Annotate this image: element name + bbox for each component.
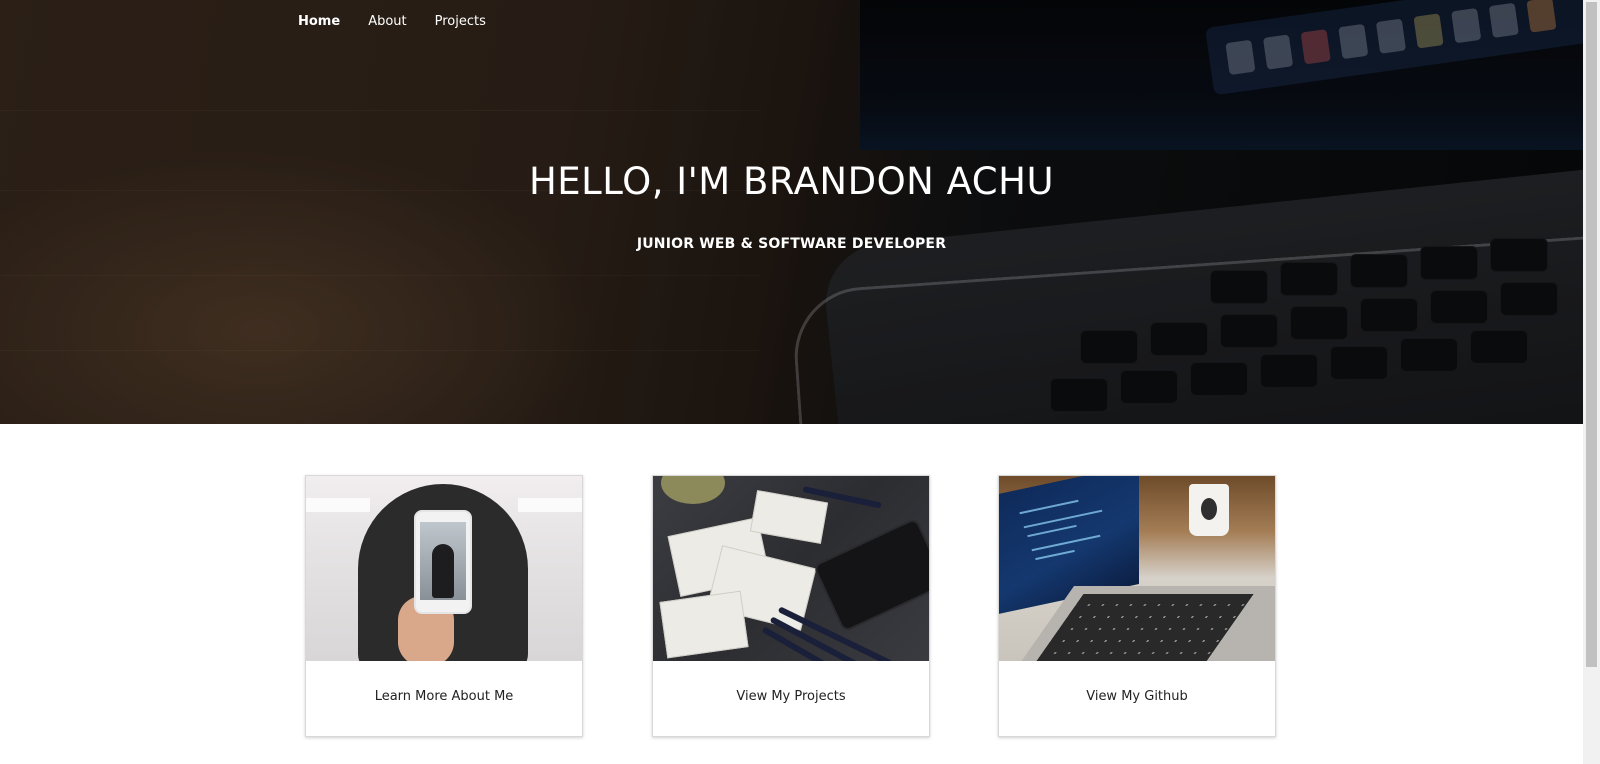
card-projects-label[interactable]: View My Projects — [653, 689, 929, 704]
card-about-label[interactable]: Learn More About Me — [306, 689, 582, 704]
card-projects-image — [653, 476, 929, 661]
top-nav: Home About Projects — [298, 13, 500, 31]
hero-overlay — [0, 0, 1583, 424]
nav-about-link[interactable]: About — [354, 13, 420, 31]
hero-title: HELLO, I'M BRANDON ACHU — [528, 160, 1055, 203]
page-scrollbar[interactable] — [1583, 0, 1600, 764]
card-github-label[interactable]: View My Github — [999, 689, 1275, 704]
hero-subtitle: JUNIOR WEB & SOFTWARE DEVELOPER — [636, 236, 947, 252]
card-github-image — [999, 476, 1275, 661]
card-github[interactable]: View My Github — [998, 475, 1276, 737]
nav-home-link[interactable]: Home — [298, 13, 354, 31]
card-about[interactable]: Learn More About Me — [305, 475, 583, 737]
nav-projects-link[interactable]: Projects — [421, 13, 500, 31]
card-about-image — [306, 476, 582, 661]
hero-banner — [0, 0, 1583, 424]
scrollbar-thumb[interactable] — [1586, 2, 1597, 667]
page: Home About Projects HELLO, I'M BRANDON A… — [0, 0, 1600, 764]
card-projects[interactable]: View My Projects — [652, 475, 930, 737]
